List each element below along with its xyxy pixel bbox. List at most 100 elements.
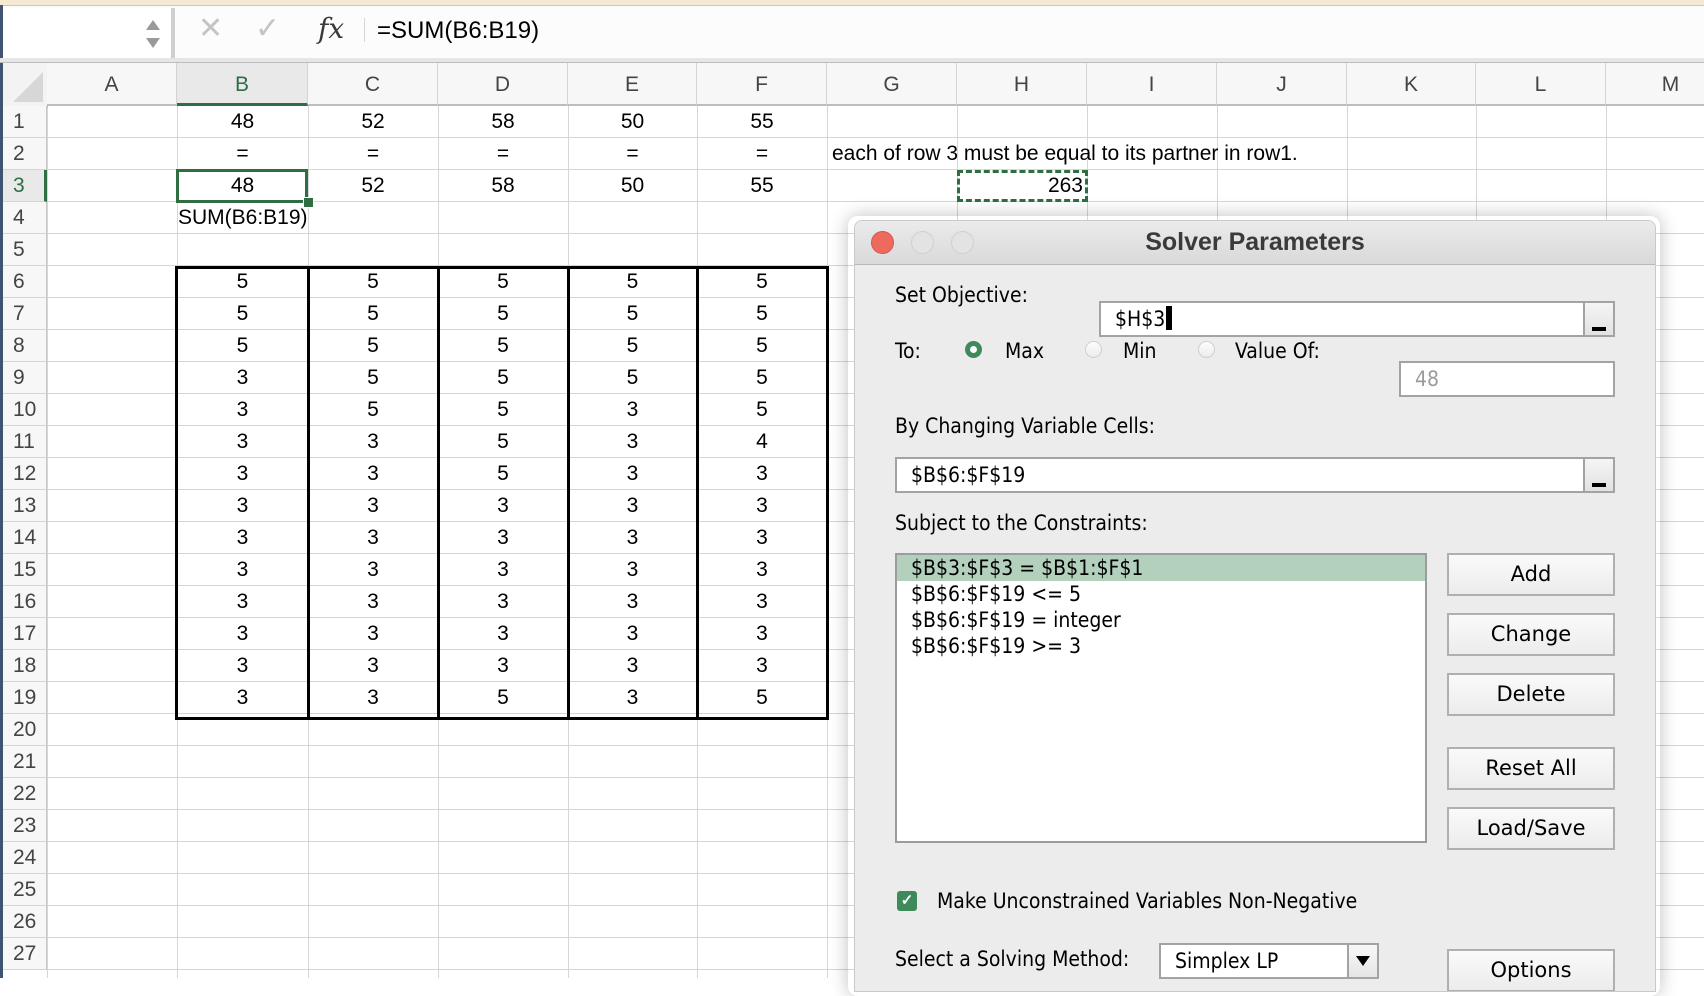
- cell-F1[interactable]: 55: [697, 106, 827, 138]
- row-header-7[interactable]: 7: [3, 298, 47, 330]
- collapse-dialog-button[interactable]: [1583, 303, 1613, 335]
- nonneg-checkbox[interactable]: ✓: [897, 891, 917, 911]
- changing-cells-field[interactable]: $B$6:$F$19: [895, 457, 1615, 493]
- to-label: To:: [895, 339, 921, 363]
- delete-button[interactable]: Delete: [1447, 673, 1615, 716]
- cell-D2[interactable]: =: [438, 138, 568, 170]
- column-header-e[interactable]: E: [568, 63, 697, 106]
- table-column-border: [437, 266, 440, 720]
- cell-C3[interactable]: 52: [308, 170, 438, 202]
- cancel-icon[interactable]: ✕: [198, 14, 223, 44]
- load-save-button[interactable]: Load/Save: [1447, 807, 1615, 850]
- cell-B4[interactable]: SUM(B6:B19): [174, 202, 308, 234]
- value-of-field[interactable]: 48: [1399, 361, 1615, 397]
- radio-label-min[interactable]: Min: [1123, 337, 1157, 365]
- row-header-8[interactable]: 8: [3, 330, 47, 362]
- row-header-25[interactable]: 25: [3, 874, 47, 906]
- row-header-1[interactable]: 1: [3, 106, 47, 138]
- row-header-21[interactable]: 21: [3, 746, 47, 778]
- row-header-27[interactable]: 27: [3, 938, 47, 970]
- solver-parameters-dialog: Solver Parameters Set Objective: $H$3 To…: [854, 220, 1656, 992]
- enter-checkmark-icon[interactable]: ✓: [255, 14, 280, 44]
- name-box-stepper[interactable]: [145, 16, 161, 50]
- column-header-j[interactable]: J: [1217, 63, 1347, 106]
- cell-E3[interactable]: 50: [568, 170, 697, 202]
- constraint-item[interactable]: $B$3:$F$3 = $B$1:$F$1: [897, 555, 1425, 581]
- row-header-12[interactable]: 12: [3, 458, 47, 490]
- column-header-d[interactable]: D: [438, 63, 568, 106]
- dialog-title-bar[interactable]: Solver Parameters: [855, 221, 1655, 265]
- column-header-m[interactable]: M: [1606, 63, 1704, 106]
- column-header-k[interactable]: K: [1347, 63, 1476, 106]
- row-header-6[interactable]: 6: [3, 266, 47, 298]
- select-all-corner[interactable]: [3, 63, 48, 108]
- constraint-item[interactable]: $B$6:$F$19 <= 5: [897, 581, 1425, 607]
- row-header-26[interactable]: 26: [3, 906, 47, 938]
- column-header-i[interactable]: I: [1087, 63, 1217, 106]
- column-header-l[interactable]: L: [1476, 63, 1606, 106]
- column-header-h[interactable]: H: [957, 63, 1087, 106]
- cell-B1[interactable]: 48: [177, 106, 308, 138]
- formula-input[interactable]: =SUM(B6:B19): [377, 16, 539, 46]
- options-button[interactable]: Options: [1447, 949, 1615, 991]
- row-header-15[interactable]: 15: [3, 554, 47, 586]
- constraint-item[interactable]: $B$6:$F$19 = integer: [897, 607, 1425, 633]
- reset-all-button[interactable]: Reset All: [1447, 747, 1615, 790]
- cell-B2[interactable]: =: [177, 138, 308, 170]
- radio-label-max[interactable]: Max: [1005, 337, 1044, 365]
- column-header-a[interactable]: A: [47, 63, 177, 106]
- dropdown-arrow-icon[interactable]: [1347, 945, 1377, 977]
- row-header-22[interactable]: 22: [3, 778, 47, 810]
- collapse-dialog-button[interactable]: [1583, 459, 1613, 491]
- row-header-9[interactable]: 9: [3, 362, 47, 394]
- fill-handle[interactable]: [303, 197, 314, 208]
- cell-E2[interactable]: =: [568, 138, 697, 170]
- constraint-item[interactable]: $B$6:$F$19 >= 3: [897, 633, 1425, 659]
- cell-D1[interactable]: 58: [438, 106, 568, 138]
- radio-max[interactable]: [965, 341, 982, 358]
- column-header-f[interactable]: F: [697, 63, 827, 106]
- cell-F3[interactable]: 55: [697, 170, 827, 202]
- row-header-11[interactable]: 11: [3, 426, 47, 458]
- row-header-24[interactable]: 24: [3, 842, 47, 874]
- row-header-23[interactable]: 23: [3, 810, 47, 842]
- cell-C1[interactable]: 52: [308, 106, 438, 138]
- column-header-g[interactable]: G: [827, 63, 957, 106]
- row-header-17[interactable]: 17: [3, 618, 47, 650]
- row-header-3[interactable]: 3: [3, 170, 47, 202]
- row-header-4[interactable]: 4: [3, 202, 47, 234]
- row-header-14[interactable]: 14: [3, 522, 47, 554]
- row-header-2[interactable]: 2: [3, 138, 47, 170]
- arrow-down-icon[interactable]: [146, 38, 160, 48]
- change-button[interactable]: Change: [1447, 613, 1615, 656]
- row-header-5[interactable]: 5: [3, 234, 47, 266]
- radio-value-of[interactable]: [1198, 341, 1215, 358]
- name-box[interactable]: [3, 8, 175, 58]
- insert-function-icon[interactable]: fx: [318, 12, 344, 46]
- column-header-b[interactable]: B: [177, 63, 308, 106]
- cell-E1[interactable]: 50: [568, 106, 697, 138]
- arrow-up-icon[interactable]: [146, 20, 160, 30]
- constraints-list[interactable]: $B$3:$F$3 = $B$1:$F$1 $B$6:$F$19 <= 5 $B$6…: [895, 553, 1427, 843]
- add-button[interactable]: Add: [1447, 553, 1615, 596]
- table-column-border: [307, 266, 310, 720]
- radio-min[interactable]: [1085, 341, 1102, 358]
- active-cell-highlight: [176, 169, 308, 203]
- table-border: [175, 266, 829, 720]
- cell-D3[interactable]: 58: [438, 170, 568, 202]
- value-of-value: 48: [1415, 367, 1440, 391]
- row-header-18[interactable]: 18: [3, 650, 47, 682]
- cell-F2[interactable]: =: [697, 138, 827, 170]
- column-header-c[interactable]: C: [308, 63, 438, 106]
- cell-C2[interactable]: =: [308, 138, 438, 170]
- cell-G2-note[interactable]: each of row 3 must be equal to its partn…: [828, 138, 1298, 170]
- gridline-vertical: [47, 106, 48, 978]
- row-header-19[interactable]: 19: [3, 682, 47, 714]
- row-header-13[interactable]: 13: [3, 490, 47, 522]
- solving-method-select[interactable]: Simplex LP: [1159, 943, 1379, 979]
- radio-label-value-of[interactable]: Value Of:: [1235, 337, 1320, 365]
- row-header-20[interactable]: 20: [3, 714, 47, 746]
- set-objective-field[interactable]: $H$3: [1099, 301, 1615, 337]
- row-header-10[interactable]: 10: [3, 394, 47, 426]
- row-header-16[interactable]: 16: [3, 586, 47, 618]
